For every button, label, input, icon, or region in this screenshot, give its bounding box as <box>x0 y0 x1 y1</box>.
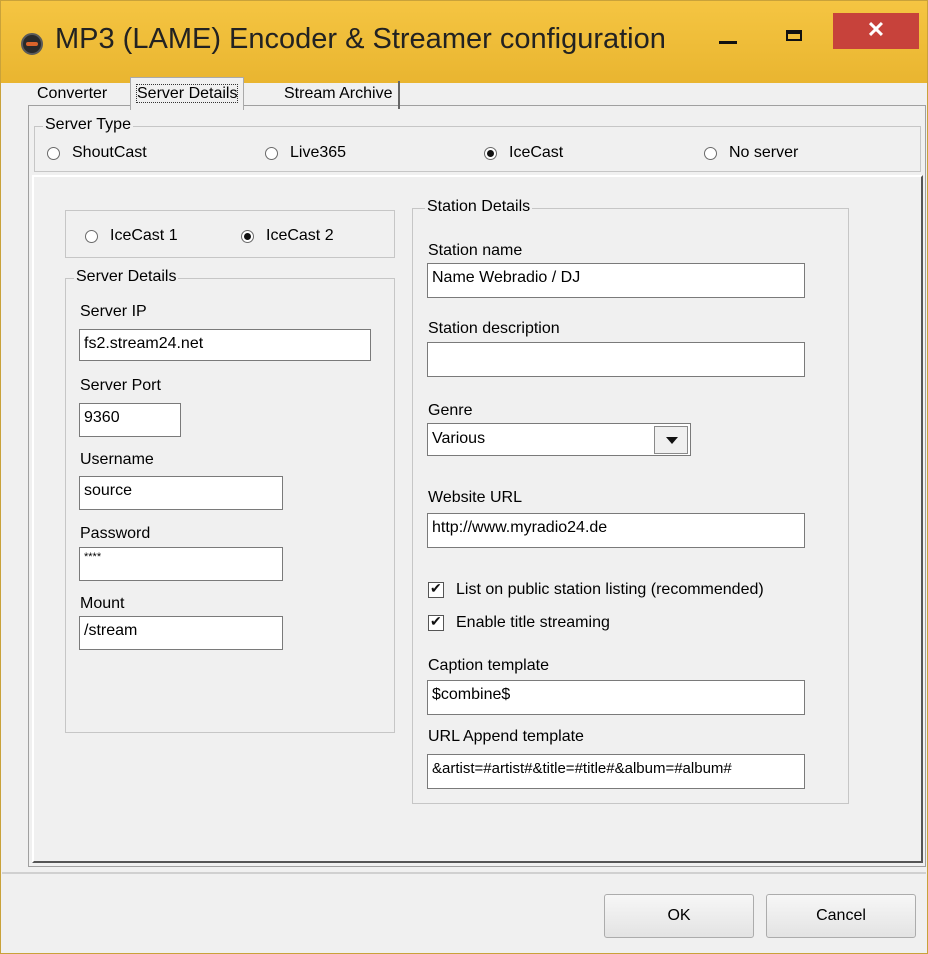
radio-icecast-1[interactable]: IceCast 1 <box>85 227 178 245</box>
server-port-label: Server Port <box>80 377 161 394</box>
app-icon <box>21 33 43 55</box>
radio-shoutcast-label: ShoutCast <box>72 144 147 161</box>
radio-icecast-label: IceCast <box>509 144 564 161</box>
radio-icecast-1-label: IceCast 1 <box>110 227 178 244</box>
tab-stream-archive[interactable]: Stream Archive <box>278 81 401 109</box>
public-listing-check-icon <box>428 580 444 598</box>
radio-icecast[interactable]: IceCast <box>484 144 563 162</box>
website-url-label: Website URL <box>428 489 522 506</box>
title-streaming-label: Enable title streaming <box>456 614 610 631</box>
public-listing-label: List on public station listing (recommen… <box>456 581 764 598</box>
server-ip-field[interactable]: fs2.stream24.net <box>79 329 371 361</box>
station-name-label: Station name <box>428 242 523 259</box>
radio-shoutcast[interactable]: ShoutCast <box>47 144 147 162</box>
radio-no-server[interactable]: No server <box>704 144 798 162</box>
password-field[interactable]: **** <box>79 547 283 581</box>
radio-icecast-2[interactable]: IceCast 2 <box>241 227 334 245</box>
radio-icecast-1-indicator <box>85 229 98 243</box>
caption-template-label: Caption template <box>428 657 549 674</box>
genre-value: Various <box>432 430 486 447</box>
server-details-title: Server Details <box>74 268 179 286</box>
footer-divider <box>2 872 926 874</box>
radio-no-server-indicator <box>704 146 717 160</box>
username-field[interactable]: source <box>79 476 283 510</box>
server-type-title: Server Type <box>43 116 133 134</box>
station-name-field[interactable]: Name Webradio / DJ <box>427 263 805 298</box>
tab-server-details[interactable]: Server Details <box>130 77 245 110</box>
username-label: Username <box>80 451 154 468</box>
caption-template-field[interactable]: $combine$ <box>427 680 805 715</box>
cancel-button[interactable]: Cancel <box>766 894 916 938</box>
radio-live365-label: Live365 <box>290 144 347 161</box>
genre-label: Genre <box>428 402 473 419</box>
server-ip-label: Server IP <box>80 303 147 320</box>
minimize-button[interactable] <box>709 21 747 55</box>
url-append-field[interactable]: &artist=#artist#&title=#title#&album=#al… <box>427 754 805 789</box>
maximize-button[interactable] <box>775 21 813 55</box>
config-window: MP3 (LAME) Encoder & Streamer configurat… <box>0 0 928 954</box>
radio-live365-indicator <box>265 146 278 160</box>
genre-select[interactable]: Various <box>427 423 691 456</box>
station-description-field[interactable] <box>427 342 805 377</box>
tab-converter[interactable]: Converter <box>31 81 113 109</box>
title-bar[interactable]: MP3 (LAME) Encoder & Streamer configurat… <box>1 1 927 83</box>
radio-no-server-label: No server <box>729 144 799 161</box>
server-port-field[interactable]: 9360 <box>79 403 181 437</box>
website-url-field[interactable]: http://www.myradio24.de <box>427 513 805 548</box>
title-streaming-checkbox[interactable]: Enable title streaming <box>428 613 610 632</box>
password-label: Password <box>80 525 151 542</box>
title-streaming-check-icon <box>428 613 444 631</box>
public-listing-checkbox[interactable]: List on public station listing (recommen… <box>428 580 764 599</box>
close-button[interactable]: ✕ <box>833 13 919 49</box>
chevron-down-icon[interactable] <box>654 426 688 454</box>
url-append-label: URL Append template <box>428 728 584 745</box>
radio-icecast-indicator <box>484 146 497 160</box>
radio-icecast-2-label: IceCast 2 <box>266 227 334 244</box>
window-title: MP3 (LAME) Encoder & Streamer configurat… <box>55 23 666 55</box>
radio-live365[interactable]: Live365 <box>265 144 346 162</box>
tab-server-details-label: Server Details <box>135 84 239 103</box>
mount-label: Mount <box>80 595 125 612</box>
station-description-label: Station description <box>428 320 560 337</box>
radio-icecast-2-indicator <box>241 229 254 243</box>
ok-button[interactable]: OK <box>604 894 754 938</box>
radio-shoutcast-indicator <box>47 146 60 160</box>
station-details-title: Station Details <box>425 198 533 216</box>
mount-field[interactable]: /stream <box>79 616 283 650</box>
